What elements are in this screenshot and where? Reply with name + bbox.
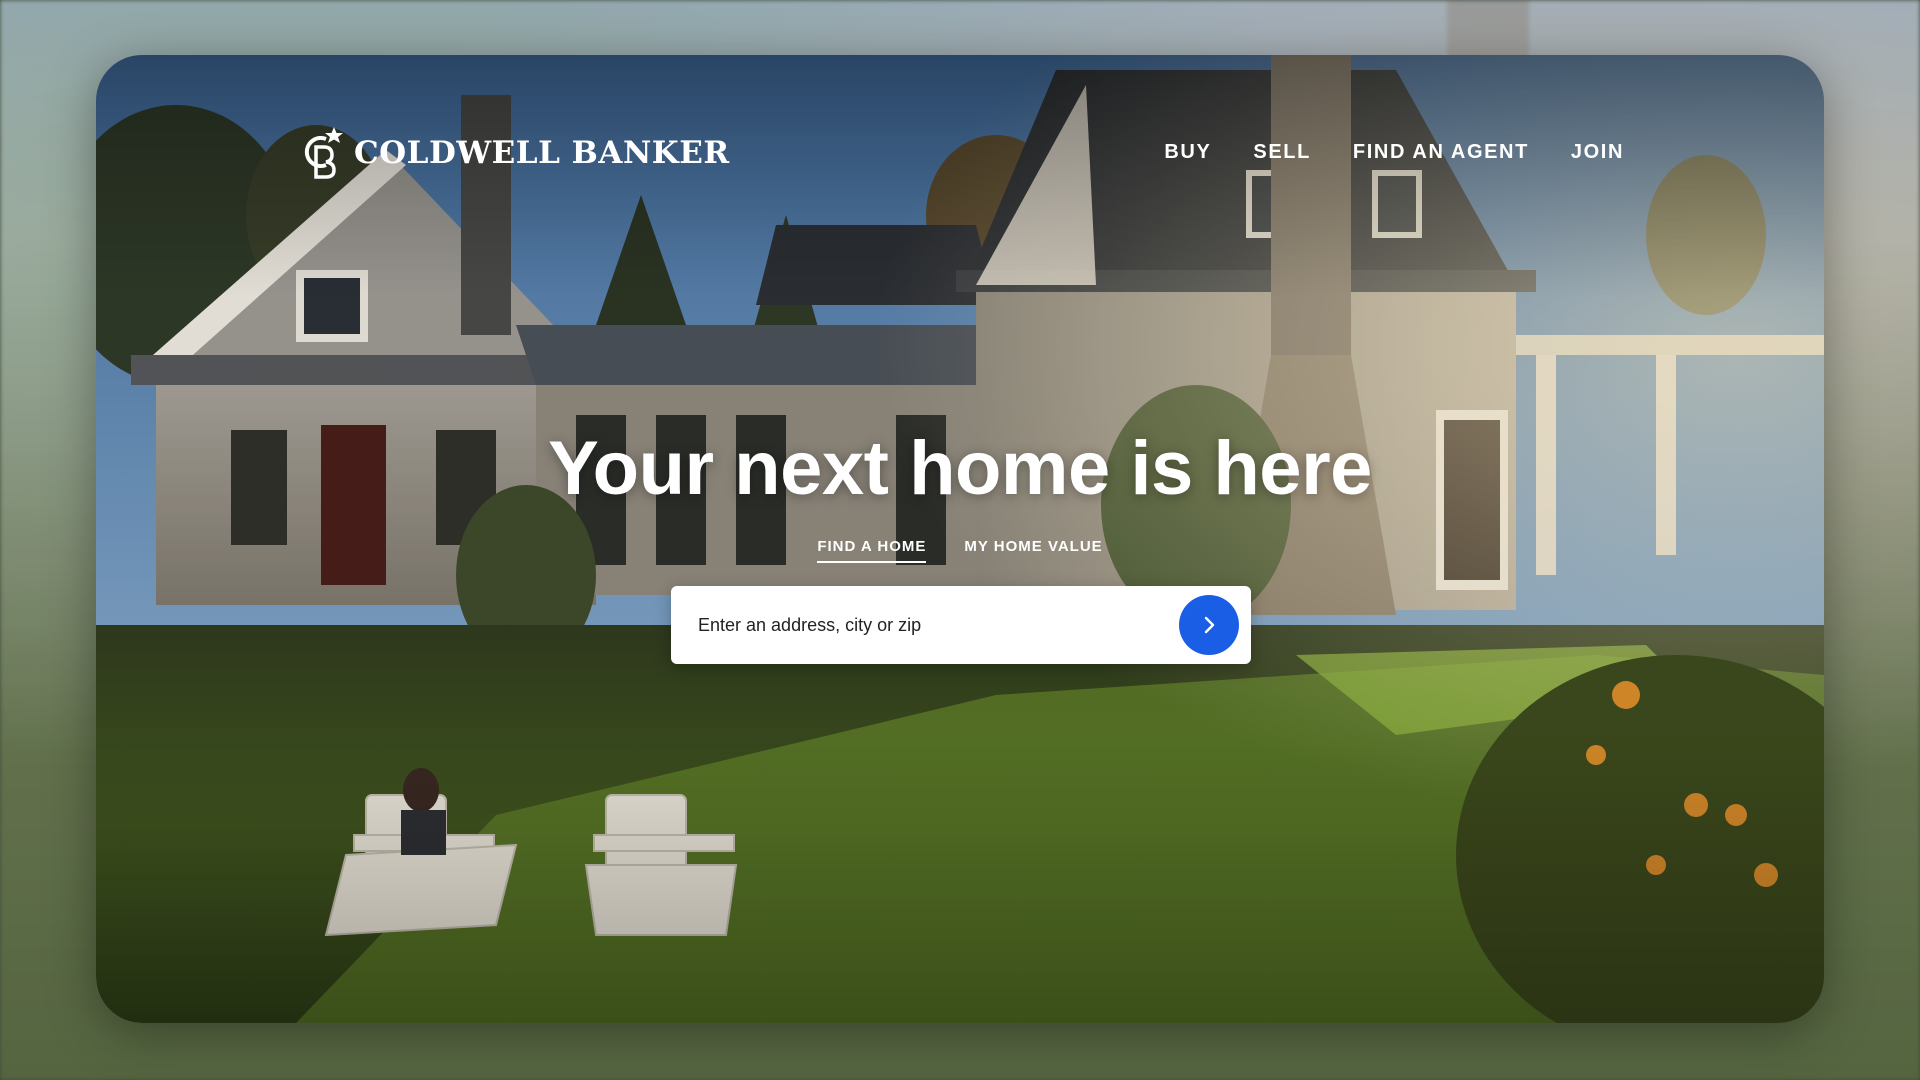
search-submit-button[interactable]: [1179, 595, 1239, 655]
search-bar: [671, 586, 1251, 664]
coldwell-banker-logo-icon: [304, 127, 343, 179]
brand-name: COLDWELL BANKER: [354, 135, 730, 171]
nav-sell[interactable]: SELL: [1253, 141, 1311, 164]
hero-card: COLDWELL BANKER BUY SELL FIND AN AGENT J…: [96, 55, 1824, 1023]
main-nav: BUY SELL FIND AN AGENT JOIN: [1164, 141, 1624, 164]
chevron-right-icon: [1204, 616, 1215, 634]
nav-find-an-agent[interactable]: FIND AN AGENT: [1353, 141, 1529, 164]
tab-my-home-value[interactable]: MY HOME VALUE: [964, 538, 1102, 563]
search-tabs: FIND A HOME MY HOME VALUE: [96, 538, 1824, 563]
background-chimney: [1447, 0, 1529, 60]
tab-find-a-home[interactable]: FIND A HOME: [817, 538, 927, 563]
hero-title: Your next home is here: [548, 426, 1372, 511]
nav-join[interactable]: JOIN: [1571, 141, 1624, 164]
brand-logo[interactable]: COLDWELL BANKER: [296, 125, 730, 181]
nav-buy[interactable]: BUY: [1164, 141, 1211, 164]
search-input[interactable]: [698, 614, 1179, 636]
